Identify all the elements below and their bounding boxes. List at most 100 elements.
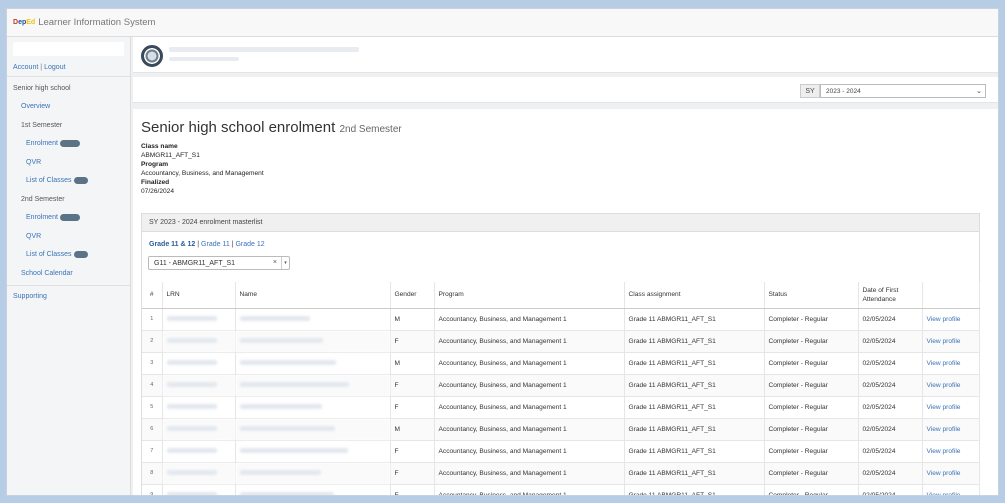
redaction-bar — [239, 381, 349, 387]
col-class-assignment: Class assignment — [624, 282, 765, 309]
program-value: Accountancy, Business, and Management — [141, 170, 264, 177]
name-cell-redacted — [235, 308, 391, 331]
row-number: 5 — [142, 396, 163, 419]
sidebar-item-sem2-classes[interactable]: List of Classes — [26, 251, 72, 258]
school-address-redacted — [169, 57, 239, 61]
program-cell: Accountancy, Business, and Management 1 — [434, 308, 625, 331]
gender-cell: F — [390, 484, 435, 495]
status-cell: Completer - Regular — [764, 462, 859, 485]
count-badge — [59, 140, 80, 148]
sidebar-item-sem2-qvr[interactable]: QVR — [26, 233, 41, 240]
school-seal-icon — [141, 45, 163, 67]
view-profile-link[interactable]: View profile — [922, 462, 980, 485]
lrn-cell-redacted — [162, 330, 236, 353]
row-number: 9 — [142, 484, 163, 495]
col-first-attendance: Date of First Attendance — [858, 282, 923, 309]
count-badge — [59, 214, 80, 222]
table-row: 8 F Accountancy, Business, and Management … — [142, 462, 980, 485]
view-profile-link[interactable]: View profile — [922, 374, 980, 397]
first-attendance-cell: 02/05/2024 — [858, 308, 923, 331]
class-details: Class name ABMGR11_AFT_S1 Program Accoun… — [141, 142, 990, 196]
table-row: 3 M Accountancy, Business, and Management … — [142, 352, 980, 375]
class-name-label: Class name — [141, 143, 178, 150]
status-cell: Completer - Regular — [764, 396, 859, 419]
sidebar: Account | Logout Senior high school Over… — [7, 37, 131, 495]
class-filter-select[interactable]: G11 - ABMGR11_AFT_S1 × ▾ — [148, 256, 290, 270]
lrn-cell-redacted — [162, 462, 236, 485]
view-profile-link[interactable]: View profile — [922, 440, 980, 463]
sidebar-label-sem1: 1st Semester — [21, 121, 63, 129]
first-attendance-cell: 02/05/2024 — [858, 418, 923, 441]
masterlist-panel: SY 2023 - 2024 enrolment masterlist Grad… — [141, 213, 980, 495]
main-area: SY 2023 - 2024 ⌄ Senior high school enro… — [133, 37, 998, 495]
redaction-bar — [166, 381, 217, 387]
col-actions — [922, 282, 980, 309]
view-profile-link[interactable]: View profile — [922, 396, 980, 419]
gender-cell: F — [390, 462, 435, 485]
name-cell-redacted — [235, 374, 391, 397]
grade-link-all[interactable]: Grade 11 & 12 — [149, 241, 195, 248]
program-cell: Accountancy, Business, and Management 1 — [434, 374, 625, 397]
program-cell: Accountancy, Business, and Management 1 — [434, 418, 625, 441]
lrn-cell-redacted — [162, 374, 236, 397]
view-profile-link[interactable]: View profile — [922, 352, 980, 375]
class-assignment-cell: Grade 11 ABMGR11_AFT_S1 — [624, 462, 765, 485]
class-assignment-cell: Grade 11 ABMGR11_AFT_S1 — [624, 396, 765, 419]
sidebar-item-sem1-qvr[interactable]: QVR — [26, 159, 41, 166]
school-header — [133, 37, 998, 73]
row-number: 1 — [142, 308, 163, 331]
gender-cell: F — [390, 440, 435, 463]
account-link[interactable]: Account — [13, 64, 38, 71]
school-name-redacted — [169, 47, 359, 52]
name-cell-redacted — [235, 330, 391, 353]
grade-filter-links: Grade 11 & 12 | Grade 11 | Grade 12 — [149, 241, 265, 248]
gender-cell: M — [390, 308, 435, 331]
lrn-cell-redacted — [162, 308, 236, 331]
redaction-bar — [239, 359, 336, 365]
program-cell: Accountancy, Business, and Management 1 — [434, 484, 625, 495]
table-row: 2 F Accountancy, Business, and Management … — [142, 330, 980, 353]
name-cell-redacted — [235, 440, 391, 463]
program-cell: Accountancy, Business, and Management 1 — [434, 396, 625, 419]
deped-logo[interactable]: Dep Ed — [13, 19, 35, 26]
sidebar-item-calendar[interactable]: School Calendar — [21, 270, 73, 277]
view-profile-link[interactable]: View profile — [922, 330, 980, 353]
row-number: 4 — [142, 374, 163, 397]
class-name-value: ABMGR11_AFT_S1 — [141, 152, 200, 159]
sidebar-item-supporting[interactable]: Supporting — [13, 293, 47, 300]
lrn-cell-redacted — [162, 418, 236, 441]
name-cell-redacted — [235, 352, 391, 375]
program-cell: Accountancy, Business, and Management 1 — [434, 330, 625, 353]
sidebar-item-sem2-enrolment[interactable]: Enrolment — [26, 214, 58, 221]
grade-link-12[interactable]: Grade 12 — [235, 241, 264, 248]
page-title: Senior high school enrolment 2nd Semeste… — [141, 119, 402, 136]
row-number: 7 — [142, 440, 163, 463]
class-assignment-cell: Grade 11 ABMGR11_AFT_S1 — [624, 374, 765, 397]
view-profile-link[interactable]: View profile — [922, 484, 980, 495]
status-cell: Completer - Regular — [764, 352, 859, 375]
table-row: 7 F Accountancy, Business, and Management … — [142, 440, 980, 463]
logout-link[interactable]: Logout — [44, 64, 65, 71]
sidebar-item-sem1-enrolment[interactable]: Enrolment — [26, 140, 58, 147]
table-row: 1 M Accountancy, Business, and Management … — [142, 308, 980, 331]
class-assignment-cell: Grade 11 ABMGR11_AFT_S1 — [624, 418, 765, 441]
sidebar-item-sem1-classes[interactable]: List of Classes — [26, 177, 72, 184]
view-profile-link[interactable]: View profile — [922, 308, 980, 331]
view-profile-link[interactable]: View profile — [922, 418, 980, 441]
count-badge — [73, 251, 88, 259]
name-cell-redacted — [235, 484, 391, 495]
school-year-select[interactable]: 2023 - 2024 ⌄ — [820, 84, 986, 98]
class-assignment-cell: Grade 11 ABMGR11_AFT_S1 — [624, 330, 765, 353]
sidebar-label-sem2: 2nd Semester — [21, 195, 65, 203]
gender-cell: M — [390, 352, 435, 375]
count-badge — [73, 177, 88, 185]
lrn-cell-redacted — [162, 440, 236, 463]
grade-link-11[interactable]: Grade 11 — [201, 241, 230, 248]
caret-down-icon[interactable]: ▾ — [281, 257, 289, 269]
status-cell: Completer - Regular — [764, 374, 859, 397]
sidebar-item-overview[interactable]: Overview — [21, 103, 50, 110]
name-cell-redacted — [235, 462, 391, 485]
clear-icon[interactable]: × — [273, 259, 277, 266]
status-cell: Completer - Regular — [764, 484, 859, 495]
row-number: 8 — [142, 462, 163, 485]
